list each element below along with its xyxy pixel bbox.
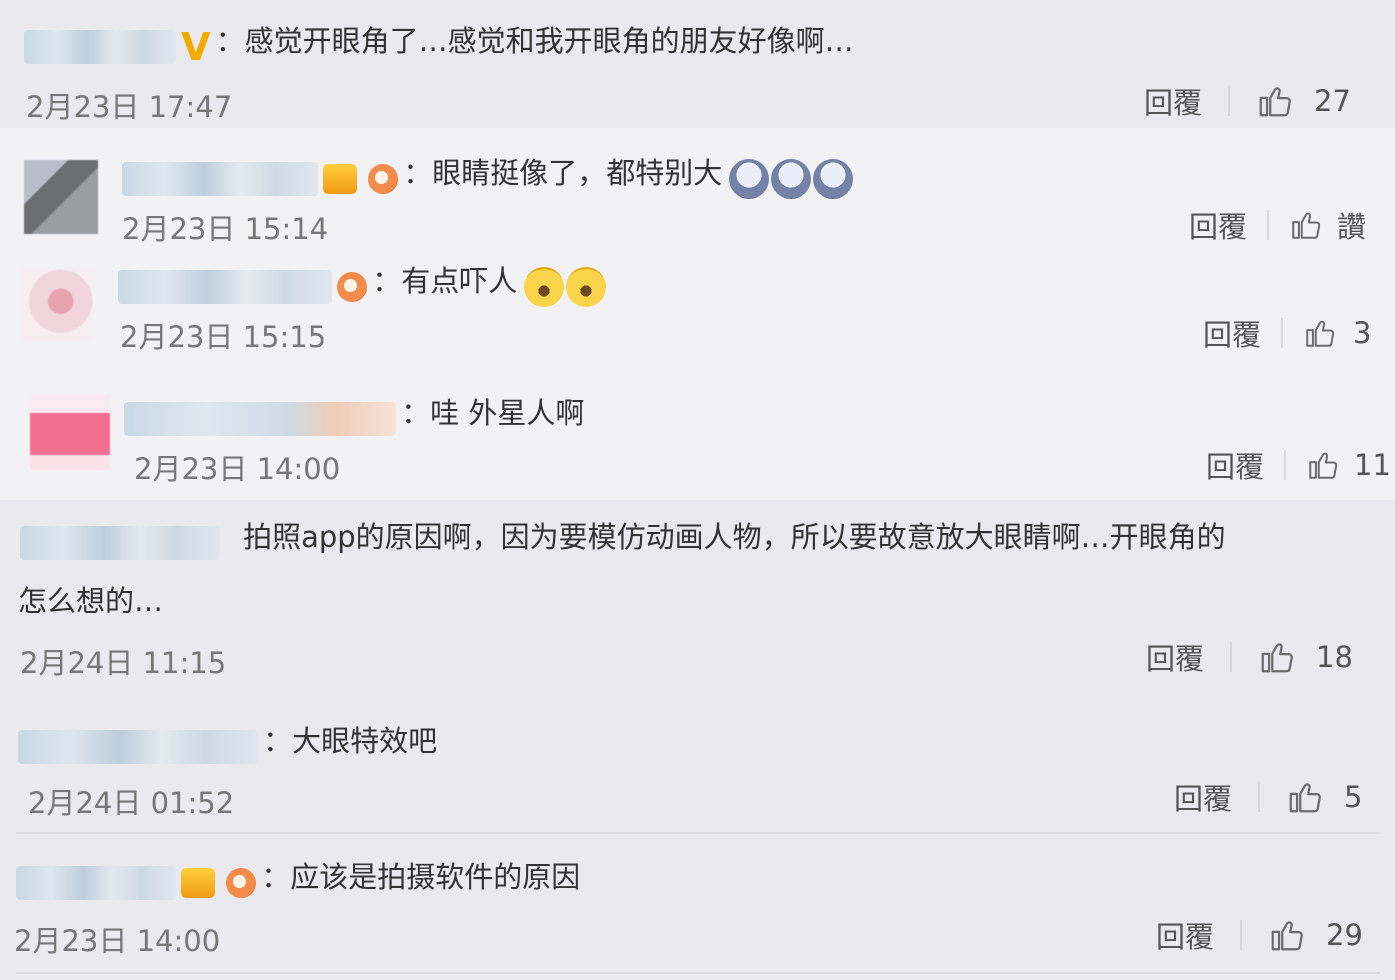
divider [1284, 450, 1287, 480]
reply-button[interactable]: 回覆 [1146, 636, 1204, 678]
reply-button[interactable]: 回覆 [1203, 312, 1261, 354]
scared-face-icon [729, 158, 770, 199]
comment-text: 应该是拍摄软件的原因 [290, 860, 581, 894]
comment-time: 2月23日 15:14 [122, 212, 329, 246]
comment-text-line1: 拍照app的原因啊，因为要模仿动画人物，所以要故意放大眼睛啊…开眼角的 [243, 520, 1226, 554]
like-count: 27 [1314, 84, 1351, 118]
like-count: 讚 [1337, 210, 1367, 244]
comment-text: 哇 外星人啊 [430, 396, 585, 430]
username-blurred[interactable] [124, 401, 396, 436]
thumbs-up-icon[interactable] [1256, 82, 1294, 120]
level-badge-icon [337, 271, 368, 302]
comment-actions: 回覆 29 [1156, 914, 1363, 956]
divider [1240, 920, 1243, 950]
comment-time: 2月23日 14:00 [14, 924, 221, 958]
verified-v-badge: V [181, 24, 211, 69]
reply-item: ：眼睛挺像了，都特别大 [122, 150, 854, 199]
comment-text: 有点吓人 [401, 264, 518, 298]
comment-actions: 回覆 5 [1174, 776, 1362, 818]
comment-time: 2月24日 11:15 [20, 646, 227, 680]
comment-time: 2月23日 15:15 [120, 320, 327, 354]
username-blurred[interactable] [118, 269, 332, 304]
comment-text-line2: 怎么想的… [18, 584, 164, 618]
avatar[interactable] [20, 268, 94, 342]
username-blurred[interactable] [18, 729, 258, 764]
crying-laughing-icon [566, 266, 607, 307]
member-crown-icon [181, 867, 216, 898]
username-blurred[interactable] [24, 29, 176, 64]
section-divider [16, 832, 1380, 834]
thumbs-up-icon[interactable] [1303, 316, 1337, 350]
thumbs-up-icon[interactable] [1289, 208, 1323, 242]
like-count: 5 [1344, 780, 1363, 814]
avatar[interactable] [30, 394, 110, 470]
username-blurred[interactable] [122, 161, 318, 196]
level-badge-icon [226, 867, 257, 898]
comment-item-continued: 怎么想的… [18, 578, 163, 620]
divider [1267, 210, 1270, 240]
section-divider [16, 972, 1380, 974]
thumbs-up-icon[interactable] [1306, 448, 1340, 482]
comment-actions: 回覆 讚 [1189, 204, 1366, 246]
like-count: 3 [1353, 316, 1372, 350]
avatar[interactable] [24, 160, 98, 234]
comment-time: 2月23日 17:47 [26, 90, 233, 124]
comment-text: 感觉开眼角了…感觉和我开眼角的朋友好像啊… [244, 24, 854, 58]
reply-item: ：哇 外星人啊 [124, 390, 584, 436]
comment-text: 眼睛挺像了，都特别大 [432, 156, 723, 190]
crying-laughing-icon [524, 266, 565, 307]
reply-button[interactable]: 回覆 [1174, 776, 1232, 818]
comment-time: 2月24日 01:52 [28, 786, 235, 820]
comment-item: ：应该是拍摄软件的原因 [16, 854, 580, 900]
thumbs-up-icon[interactable] [1268, 916, 1306, 954]
like-count: 18 [1316, 640, 1353, 674]
comment-time: 2月23日 14:00 [134, 452, 341, 486]
reply-button[interactable]: 回覆 [1189, 204, 1247, 246]
username-blurred[interactable] [16, 865, 176, 900]
thumbs-up-icon[interactable] [1258, 638, 1296, 676]
reply-button[interactable]: 回覆 [1206, 444, 1264, 486]
divider [1230, 642, 1233, 672]
comment-item: ：大眼特效吧 [18, 718, 437, 764]
comment-actions: 回覆 11 [1206, 444, 1391, 486]
comment-actions: 回覆 3 [1203, 312, 1371, 354]
divider [1281, 318, 1284, 348]
member-crown-icon [323, 163, 358, 194]
scared-face-icon [813, 158, 854, 199]
divider [1228, 86, 1231, 116]
comment-actions: 回覆 27 [1144, 80, 1351, 122]
divider [1258, 782, 1261, 812]
comment-item: 拍照app的原因啊，因为要模仿动画人物，所以要故意放大眼睛啊…开眼角的 [20, 514, 1226, 560]
scared-face-icon [771, 158, 812, 199]
comment-item: V ：感觉开眼角了…感觉和我开眼角的朋友好像啊… [24, 18, 854, 69]
reply-item: ：有点吓人 [118, 258, 607, 307]
thumbs-up-icon[interactable] [1286, 778, 1324, 816]
reply-button[interactable]: 回覆 [1144, 80, 1202, 122]
level-badge-icon [368, 163, 399, 194]
reply-button[interactable]: 回覆 [1156, 914, 1214, 956]
username-blurred[interactable] [20, 525, 220, 560]
like-count: 29 [1326, 918, 1363, 952]
like-count: 11 [1354, 448, 1391, 482]
comment-text: 大眼特效吧 [292, 724, 438, 758]
comment-actions: 回覆 18 [1146, 636, 1353, 678]
